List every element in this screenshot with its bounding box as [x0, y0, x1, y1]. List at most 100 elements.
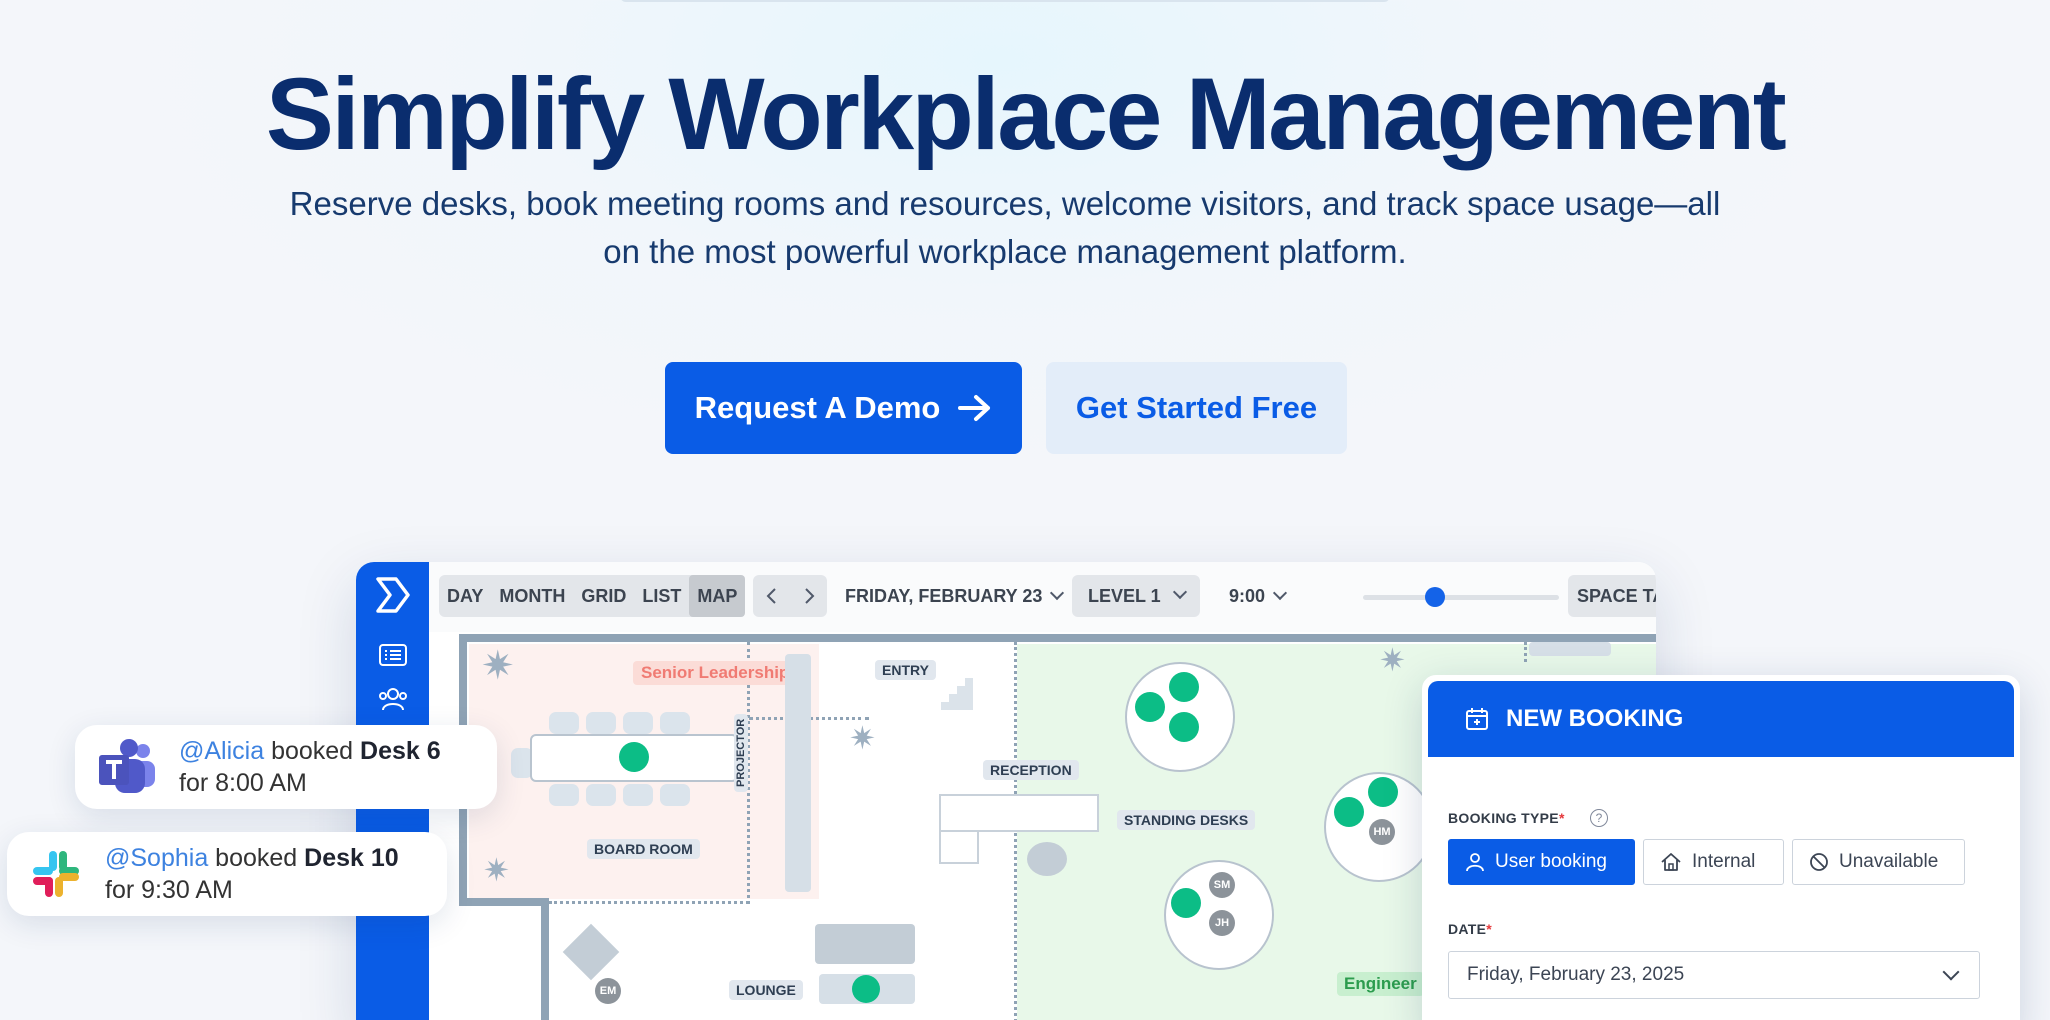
lounge-label: LOUNGE	[729, 980, 803, 1000]
users-icon[interactable]	[374, 680, 412, 718]
desk-available-marker[interactable]	[1135, 692, 1165, 722]
chevron-down-icon	[1050, 585, 1065, 601]
desk-available-marker[interactable]	[1171, 888, 1201, 918]
date-picker[interactable]: FRIDAY, FEBRUARY 23	[845, 575, 1065, 617]
booking-type-unavailable-label: Unavailable	[1839, 851, 1939, 872]
required-marker: *	[1486, 921, 1493, 937]
logo-icon[interactable]	[374, 576, 412, 614]
notification-time: for 9:30 AM	[105, 876, 233, 904]
new-booking-panel: NEW BOOKING BOOKING TYPE* ? User booking…	[1422, 675, 2020, 1020]
avatar[interactable]: HM	[1369, 819, 1395, 845]
request-demo-button[interactable]: Request A Demo	[665, 362, 1022, 454]
time-select[interactable]: 9:00	[1229, 575, 1288, 617]
teams-notification: @Alicia booked Desk 6 for 8:00 AM	[75, 725, 497, 809]
ban-icon	[1810, 853, 1828, 871]
reception-desk	[939, 830, 979, 864]
desk-available-marker[interactable]	[1334, 797, 1364, 827]
reception-label: RECEPTION	[983, 760, 1079, 780]
hero-subtitle: Reserve desks, book meeting rooms and re…	[250, 180, 1760, 276]
desk-row	[1529, 642, 1611, 656]
date-select[interactable]: Friday, February 23, 2025	[1448, 951, 1980, 999]
user-icon	[1466, 853, 1484, 872]
booking-type-internal-label: Internal	[1692, 851, 1756, 872]
avatar[interactable]: JH	[1209, 910, 1235, 936]
desk-name: Desk 6	[360, 737, 441, 765]
notification-line1: @Sophia booked Desk 10	[105, 842, 399, 874]
hero-subtitle-line1: Reserve desks, book meeting rooms and re…	[289, 185, 1721, 222]
list-icon[interactable]	[374, 636, 412, 674]
chair	[660, 784, 690, 806]
avatar[interactable]: SM	[1209, 872, 1235, 898]
level-select-label: LEVEL 1	[1088, 586, 1161, 606]
booking-type-unavailable[interactable]: Unavailable	[1792, 839, 1965, 885]
notification-verb: booked	[264, 737, 361, 765]
board-room-label: BOARD ROOM	[587, 839, 700, 859]
standing-desks-label: STANDING DESKS	[1117, 810, 1256, 830]
reception-desk	[939, 794, 1099, 832]
date-picker-label: FRIDAY, FEBRUARY 23	[845, 586, 1043, 606]
booking-type-label-text: BOOKING TYPE	[1448, 810, 1559, 826]
new-booking-header: NEW BOOKING	[1428, 681, 2014, 757]
chevron-right-icon[interactable]	[802, 587, 816, 605]
get-started-free-button[interactable]: Get Started Free	[1046, 362, 1347, 454]
microsoft-teams-icon	[99, 739, 155, 793]
date-label: DATE*	[1448, 921, 1492, 937]
space-tags-select[interactable]: SPACE TAGS	[1568, 575, 1656, 617]
notification-time: for 8:00 AM	[179, 769, 307, 797]
desk-name: Desk 10	[304, 844, 399, 872]
mention-link[interactable]: @Alicia	[179, 737, 264, 765]
required-marker: *	[1558, 810, 1565, 826]
chevron-down-icon	[1942, 963, 1960, 981]
view-tab-map[interactable]: MAP	[689, 575, 746, 617]
level-select[interactable]: LEVEL 1	[1072, 575, 1200, 617]
view-tab-list[interactable]: LIST	[634, 575, 689, 617]
desk-available-marker[interactable]	[1169, 672, 1199, 702]
stairs-icon	[933, 668, 973, 710]
mention-link[interactable]: @Sophia	[105, 844, 208, 872]
time-slider-track[interactable]	[1363, 595, 1559, 600]
wall	[459, 898, 549, 906]
chair	[549, 712, 579, 734]
desk-available-marker[interactable]	[1169, 712, 1199, 742]
map-toolbar: DAY MONTH GRID LIST MAP FRIDAY, FEBRUARY…	[429, 562, 1656, 632]
desk-available-marker[interactable]	[619, 742, 649, 772]
chair	[586, 712, 616, 734]
hero-subtitle-line2: on the most powerful workplace managemen…	[603, 233, 1407, 270]
booking-type-user[interactable]: User booking	[1448, 839, 1635, 885]
home-icon	[1661, 853, 1681, 871]
booking-type-internal[interactable]: Internal	[1643, 839, 1784, 885]
slack-notification: @Sophia booked Desk 10 for 9:30 AM	[7, 832, 447, 916]
time-slider-handle[interactable]	[1425, 587, 1445, 607]
teams-notification-text: @Alicia booked Desk 6 for 8:00 AM	[179, 735, 441, 799]
help-icon[interactable]: ?	[1590, 809, 1608, 827]
lounge-table	[562, 923, 620, 981]
notification-verb: booked	[208, 844, 305, 872]
date-nav	[753, 575, 827, 617]
plant-icon: ✷	[849, 720, 876, 756]
lounge-sofa	[815, 924, 915, 964]
entry-label: ENTRY	[875, 660, 936, 680]
chevron-down-icon	[1172, 584, 1187, 600]
request-demo-label: Request A Demo	[694, 390, 941, 425]
chevron-left-icon[interactable]	[765, 587, 779, 605]
chair	[623, 784, 653, 806]
chair	[549, 784, 579, 806]
view-switcher: DAY MONTH GRID LIST MAP	[439, 575, 746, 617]
projector-label: PROJECTOR	[734, 713, 748, 792]
hero-title: Simplify Workplace Management	[265, 57, 1787, 171]
view-tab-day[interactable]: DAY	[439, 575, 491, 617]
plant-icon: ✷	[481, 644, 515, 688]
space-tags-label: SPACE TAGS	[1577, 586, 1656, 606]
booking-type-label: BOOKING TYPE*	[1448, 810, 1565, 826]
calendar-plus-icon	[1466, 708, 1488, 730]
dotted-partition	[549, 901, 749, 904]
chair	[586, 784, 616, 806]
avatar[interactable]: EM	[595, 978, 621, 1004]
view-tab-month[interactable]: MONTH	[491, 575, 573, 617]
desk-available-marker[interactable]	[852, 975, 880, 1003]
view-tab-grid[interactable]: GRID	[573, 575, 634, 617]
slack-notification-text: @Sophia booked Desk 10 for 9:30 AM	[105, 842, 399, 906]
desk-available-marker[interactable]	[1368, 777, 1398, 807]
plant-icon: ✷	[483, 852, 510, 888]
dotted-partition	[1524, 642, 1527, 662]
